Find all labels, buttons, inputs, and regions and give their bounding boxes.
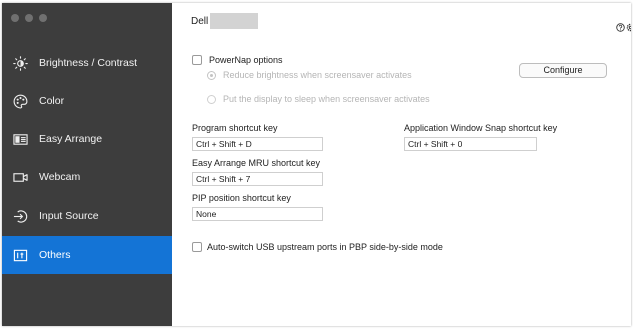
sidebar-item-webcam[interactable]: Webcam (2, 158, 172, 196)
pip-shortcut-input[interactable]: None (192, 207, 323, 221)
sidebar-item-label: Color (39, 95, 65, 107)
sidebar-item-label: Easy Arrange (39, 133, 103, 145)
mru-shortcut-input[interactable]: Ctrl + Shift + 7 (192, 172, 323, 186)
powernap-label: PowerNap options (209, 55, 283, 65)
configure-button[interactable]: Configure (519, 63, 607, 78)
main-panel: Dell PowerNap options Reduce brightness … (172, 3, 631, 326)
settings-icon[interactable] (626, 19, 631, 32)
mru-shortcut-label: Easy Arrange MRU shortcut key (192, 158, 321, 168)
monitor-name: Dell (191, 16, 209, 27)
easy-arrange-icon (12, 131, 28, 147)
usb-auto-switch-checkbox[interactable] (192, 242, 202, 252)
sidebar-item-input-source[interactable]: Input Source (2, 197, 172, 235)
sidebar-item-easy-arrange[interactable]: Easy Arrange (2, 120, 172, 158)
reduce-brightness-label: Reduce brightness when screensaver activ… (223, 70, 412, 80)
sidebar-item-color[interactable]: Color (2, 82, 172, 120)
app-snap-shortcut-input[interactable]: Ctrl + Shift + 0 (404, 137, 537, 151)
usb-auto-switch-label: Auto-switch USB upstream ports in PBP si… (207, 242, 443, 252)
sleep-display-radio[interactable] (207, 95, 216, 104)
program-shortcut-input[interactable]: Ctrl + Shift + D (192, 137, 323, 151)
others-icon (12, 247, 28, 263)
sleep-display-label: Put the display to sleep when screensave… (223, 94, 430, 104)
input-source-icon (12, 208, 28, 224)
window-minimize-button[interactable] (25, 14, 33, 22)
webcam-icon (12, 169, 28, 185)
sidebar: Brightness / Contrast Color Easy Arrange… (2, 3, 172, 326)
sidebar-item-others[interactable]: Others (2, 236, 172, 274)
app-window: Brightness / Contrast Color Easy Arrange… (2, 3, 631, 326)
window-zoom-button[interactable] (39, 14, 47, 22)
program-shortcut-label: Program shortcut key (192, 123, 278, 133)
sidebar-item-label: Brightness / Contrast (39, 57, 138, 69)
pip-shortcut-label: PIP position shortcut key (192, 193, 291, 203)
powernap-checkbox[interactable] (192, 55, 202, 65)
app-snap-shortcut-label: Application Window Snap shortcut key (404, 123, 558, 133)
sidebar-item-label: Input Source (39, 210, 99, 222)
monitor-model-redacted (210, 13, 258, 29)
sidebar-item-label: Others (39, 249, 71, 261)
sidebar-item-label: Webcam (39, 171, 81, 183)
window-close-button[interactable] (11, 14, 19, 22)
brightness-icon (12, 55, 28, 71)
help-icon[interactable] (616, 19, 625, 32)
sidebar-item-brightness-contrast[interactable]: Brightness / Contrast (2, 44, 172, 82)
reduce-brightness-radio[interactable] (207, 71, 216, 80)
color-palette-icon (12, 93, 28, 109)
